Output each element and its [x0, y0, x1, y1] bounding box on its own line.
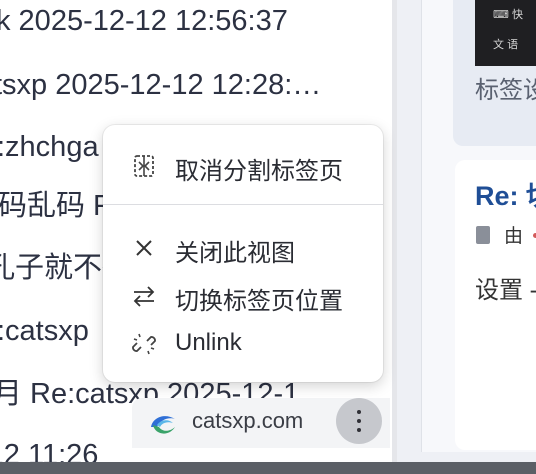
list-item[interactable]: k 2025-12-12 12:56:37	[0, 4, 288, 38]
document-icon	[476, 226, 490, 244]
list-item[interactable]: :zhchga	[0, 130, 99, 164]
window-bottom-edge	[0, 462, 536, 474]
menu-item-close-view[interactable]: 关闭此视图	[103, 227, 383, 267]
preview-thumbnail: ⌨ 快 文 语	[475, 0, 536, 66]
more-vertical-icon-dot	[357, 428, 361, 432]
menu-item-label: 关闭此视图	[175, 240, 295, 267]
keyboard-icon: ⌨	[493, 9, 509, 21]
translate-icon: 文	[493, 39, 504, 51]
swap-icon	[133, 286, 155, 307]
menu-item-swap-tab-position[interactable]: 切换标签页位置	[103, 275, 383, 315]
menu-divider	[103, 204, 383, 205]
preview-row: 文 语	[493, 39, 519, 51]
card-label: 标签设	[475, 77, 536, 104]
site-bar: catsxp.com	[132, 398, 390, 448]
menu-item-unsplit-tabs[interactable]: 取消分割标签页	[103, 145, 383, 185]
unlink-icon	[132, 333, 156, 355]
menu-item-label: 切换标签页位置	[175, 288, 343, 315]
post-text: 设置 -	[475, 277, 536, 304]
more-vertical-icon	[357, 410, 361, 414]
more-vertical-icon-dot	[357, 419, 361, 423]
post-meta: 由	[476, 221, 536, 248]
context-menu: 取消分割标签页 关闭此视图 切换标签页位置 Unlink	[103, 125, 383, 382]
preview-row: ⌨ 快	[493, 9, 523, 21]
close-icon	[136, 240, 152, 256]
menu-item-unlink[interactable]: Unlink	[103, 323, 383, 363]
list-item[interactable]: tsxp 2025-12-12 12:28:…	[0, 68, 321, 102]
more-options-button[interactable]	[336, 398, 382, 444]
catsxp-logo-icon	[151, 416, 175, 434]
list-item[interactable]: 码乱码 F	[0, 189, 111, 223]
menu-item-label: 取消分割标签页	[175, 158, 343, 185]
menu-item-label: Unlink	[175, 329, 242, 356]
list-item[interactable]: :catsxp	[0, 314, 89, 348]
site-name: catsxp.com	[192, 408, 304, 433]
post-title[interactable]: Re: 切	[475, 174, 536, 213]
unsplit-icon	[134, 155, 154, 177]
